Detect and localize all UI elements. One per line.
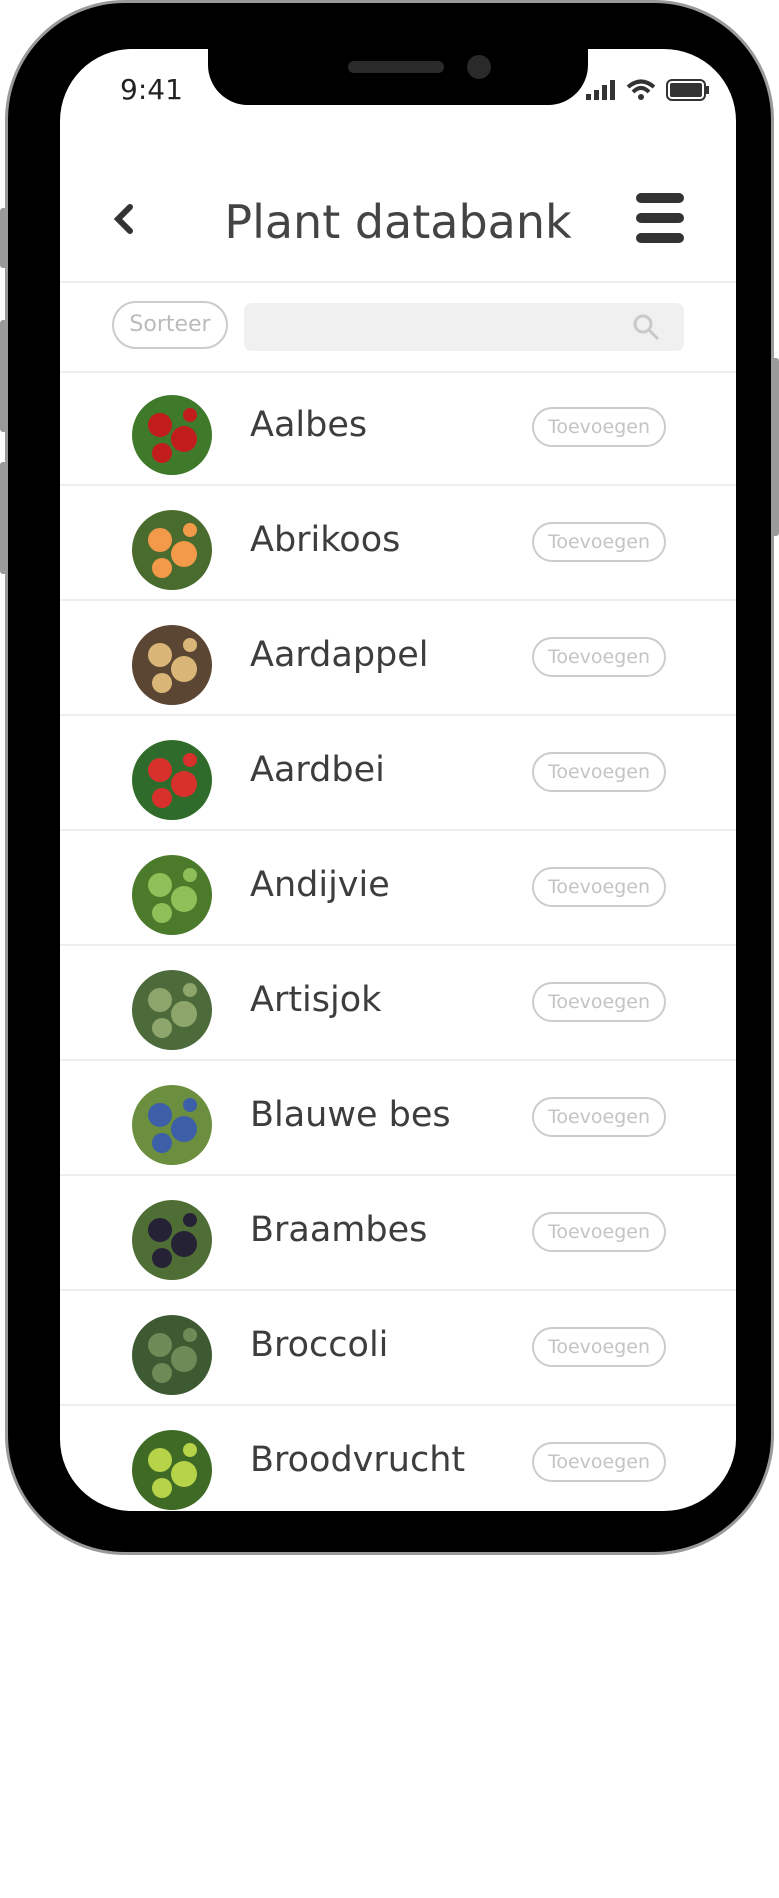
add-button[interactable]: Toevoegen <box>532 522 666 562</box>
plant-thumbnail <box>132 625 212 705</box>
add-button[interactable]: Toevoegen <box>532 1327 666 1367</box>
add-button[interactable]: Toevoegen <box>532 752 666 792</box>
add-button[interactable]: Toevoegen <box>532 1212 666 1252</box>
plant-name: Broccoli <box>250 1325 389 1365</box>
speaker <box>348 61 444 73</box>
list-item[interactable]: Braambes Toevoegen <box>60 1176 736 1291</box>
add-button[interactable]: Toevoegen <box>532 1442 666 1482</box>
add-button[interactable]: Toevoegen <box>532 637 666 677</box>
plant-name: Aalbes <box>250 405 368 445</box>
list-item[interactable]: Broodvrucht Toevoegen <box>60 1406 736 1511</box>
list-item[interactable]: Blauwe bes Toevoegen <box>60 1061 736 1176</box>
list-item[interactable]: Artisjok Toevoegen <box>60 946 736 1061</box>
search-icon <box>633 314 660 341</box>
wifi-icon <box>626 79 656 100</box>
plant-thumbnail <box>132 1200 212 1280</box>
sort-button[interactable]: Sorteer <box>112 301 228 349</box>
list-item[interactable]: Aalbes Toevoegen <box>60 371 736 486</box>
header: Plant databank <box>60 139 736 283</box>
plant-thumbnail <box>132 1085 212 1165</box>
notch <box>208 49 588 105</box>
plant-thumbnail <box>132 740 212 820</box>
plant-name: Broodvrucht <box>250 1440 466 1480</box>
plant-name: Braambes <box>250 1210 428 1250</box>
battery-icon <box>666 79 709 101</box>
plant-name: Aardbei <box>250 750 385 790</box>
plant-thumbnail <box>132 855 212 935</box>
list-item[interactable]: Broccoli Toevoegen <box>60 1291 736 1406</box>
camera <box>467 55 491 79</box>
add-button[interactable]: Toevoegen <box>532 407 666 447</box>
signal-icon <box>586 80 615 100</box>
plant-name: Andijvie <box>250 865 390 905</box>
add-button[interactable]: Toevoegen <box>532 867 666 907</box>
plant-thumbnail <box>132 1430 212 1510</box>
plant-name: Abrikoos <box>250 520 401 560</box>
search-bar: Sorteer <box>60 281 736 373</box>
list-item[interactable]: Aardappel Toevoegen <box>60 601 736 716</box>
plant-thumbnail <box>132 510 212 590</box>
page-title: Plant databank <box>224 195 572 249</box>
plant-thumbnail <box>132 1315 212 1395</box>
plant-list: Aalbes Toevoegen Abrikoos Toevoegen Aardappe… <box>60 371 736 1511</box>
plant-name: Aardappel <box>250 635 429 675</box>
plant-name: Blauwe bes <box>250 1095 451 1135</box>
phone-frame: 9:41 Plant databank Sorteer Aalbes Toevo… <box>5 0 774 1555</box>
search-input[interactable] <box>244 303 684 351</box>
add-button[interactable]: Toevoegen <box>532 982 666 1022</box>
plant-thumbnail <box>132 395 212 475</box>
status-icons <box>586 79 710 101</box>
list-item[interactable]: Aardbei Toevoegen <box>60 716 736 831</box>
list-item[interactable]: Abrikoos Toevoegen <box>60 486 736 601</box>
hamburger-menu-icon[interactable] <box>636 193 684 243</box>
add-button[interactable]: Toevoegen <box>532 1097 666 1137</box>
status-time: 9:41 <box>120 73 183 106</box>
plant-name: Artisjok <box>250 980 382 1020</box>
app-screen: 9:41 Plant databank Sorteer Aalbes Toevo… <box>60 49 736 1511</box>
list-item[interactable]: Andijvie Toevoegen <box>60 831 736 946</box>
plant-thumbnail <box>132 970 212 1050</box>
